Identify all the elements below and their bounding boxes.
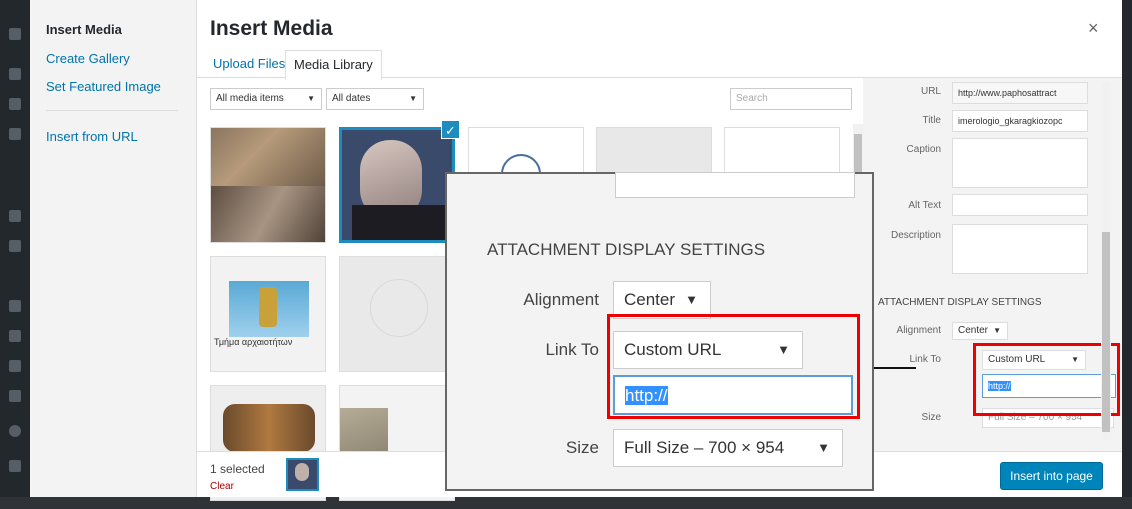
chevron-down-icon: ▼	[993, 326, 1001, 335]
media-type-filter-value: All media items	[216, 93, 284, 104]
admin-sidebar	[0, 0, 30, 509]
zoomed-size-select: Full Size – 700 × 954 ▼	[613, 429, 843, 467]
alignment-select-value: Center	[958, 325, 989, 336]
menu-item-set-featured-image[interactable]: Set Featured Image	[46, 79, 161, 94]
description-field[interactable]	[952, 224, 1088, 274]
insert-into-page-button[interactable]: Insert into page	[1000, 462, 1103, 490]
zoomed-display-settings-heading: ATTACHMENT DISPLAY SETTINGS	[487, 240, 766, 259]
selected-thumbnail[interactable]	[286, 458, 319, 491]
size-label: Size	[921, 412, 941, 423]
clear-selection-link[interactable]: Clear	[210, 481, 234, 492]
media-type-filter[interactable]: All media items ▼	[210, 88, 322, 110]
thumbnail-caption: Τμήμα αρχαιοτήτων	[214, 337, 293, 347]
title-field[interactable]: imerologio_gkaragkiozopc	[952, 110, 1088, 132]
page-icon	[9, 128, 21, 140]
alt-text-field[interactable]	[952, 194, 1088, 216]
link-to-label: Link To	[909, 354, 941, 365]
media-modal: Insert Media Create Gallery Set Featured…	[30, 0, 1122, 501]
zoomed-alignment-label: Alignment	[523, 290, 599, 309]
chevron-down-icon: ▼	[409, 94, 417, 103]
description-label: Description	[890, 230, 941, 241]
menu-item-insert-from-url[interactable]: Insert from URL	[46, 129, 138, 144]
menu-item-create-gallery[interactable]: Create Gallery	[46, 51, 130, 66]
search-input[interactable]: Search	[730, 88, 852, 110]
close-icon[interactable]: ×	[1088, 18, 1099, 39]
tab-bar: Upload Files Media Library	[197, 50, 1122, 80]
alt-text-label: Alt Text	[908, 200, 941, 211]
settings-icon	[9, 390, 21, 402]
collapse-icon	[9, 460, 21, 472]
media-menu: Insert Media Create Gallery Set Featured…	[30, 0, 197, 497]
plugin-icon	[9, 300, 21, 312]
chevron-down-icon: ▼	[817, 440, 830, 455]
zoomed-size-value: Full Size – 700 × 954	[624, 438, 785, 457]
zoomed-size-label: Size	[565, 438, 599, 457]
date-filter[interactable]: All dates ▼	[326, 88, 424, 110]
zoomed-alignment-value: Center	[624, 290, 676, 309]
attachment-thumbnail-selected[interactable]	[339, 127, 455, 243]
comment-icon	[9, 210, 21, 222]
sidebar-scrollbar[interactable]	[1101, 82, 1111, 440]
url-field[interactable]: http://www.paphosattract	[952, 82, 1088, 104]
chevron-down-icon: ▼	[685, 292, 698, 307]
date-filter-value: All dates	[332, 93, 371, 104]
tools-icon	[9, 360, 21, 372]
attachment-thumbnail[interactable]: Τμήμα αρχαιοτήτων	[210, 256, 326, 372]
caption-field[interactable]	[952, 138, 1088, 188]
menu-item-insert-media[interactable]: Insert Media	[46, 22, 122, 37]
pin-icon	[9, 68, 21, 80]
modal-title: Insert Media	[210, 17, 333, 40]
page-bottom-strip	[0, 497, 1132, 509]
checkmark-icon[interactable]: ✓	[441, 120, 460, 139]
annotation-highlight-box	[973, 343, 1120, 416]
zoomed-description-field	[615, 172, 855, 198]
media-icon	[9, 98, 21, 110]
appearance-icon	[9, 240, 21, 252]
globe-icon	[9, 425, 21, 437]
display-settings-heading: ATTACHMENT DISPLAY SETTINGS	[878, 297, 1042, 308]
attachment-details-sidebar: URL http://www.paphosattract Title imero…	[863, 78, 1122, 451]
selection-count: 1 selected	[210, 462, 265, 476]
attachment-thumbnail[interactable]	[339, 256, 455, 372]
zoomed-annotation-highlight-box	[607, 314, 860, 419]
zoomed-link-to-label: Link To	[545, 340, 599, 359]
chevron-down-icon: ▼	[307, 94, 315, 103]
zoomed-settings-callout: ATTACHMENT DISPLAY SETTINGS Alignment Ce…	[445, 172, 874, 491]
alignment-select[interactable]: Center ▼	[952, 322, 1008, 340]
url-label: URL	[920, 86, 941, 97]
menu-separator	[46, 110, 178, 111]
alignment-label: Alignment	[896, 325, 941, 336]
tab-upload-files[interactable]: Upload Files	[205, 50, 293, 78]
annotation-arrow-line	[868, 367, 916, 369]
users-icon	[9, 330, 21, 342]
dashboard-icon	[9, 28, 21, 40]
tab-media-library[interactable]: Media Library	[285, 50, 382, 80]
title-label: Title	[922, 115, 941, 126]
attachment-thumbnail[interactable]	[210, 127, 326, 243]
caption-label: Caption	[906, 144, 941, 155]
